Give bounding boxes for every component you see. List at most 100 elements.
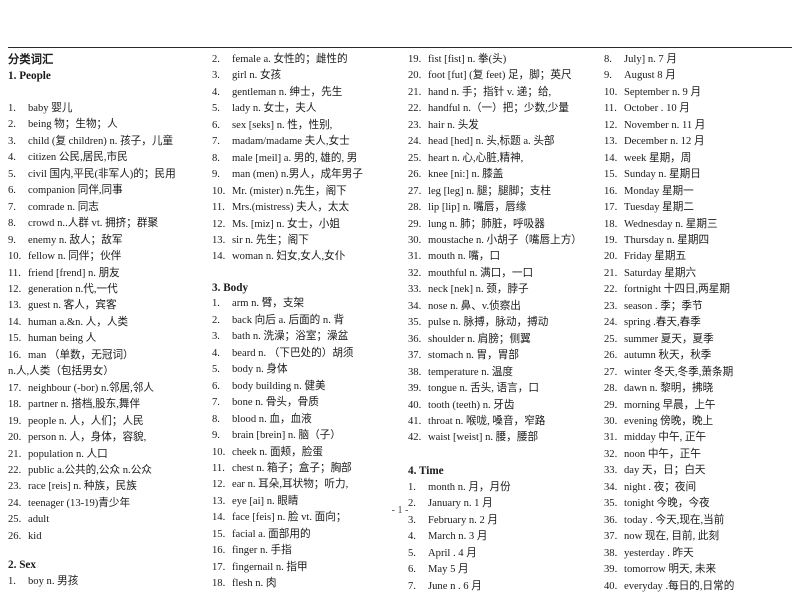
item-number: 34. <box>408 300 422 312</box>
list-item: 35. pulse n. 脉搏，脉动，搏动 <box>408 315 600 331</box>
item-text: Ms. [miz] n. 女士，小姐 <box>232 218 340 230</box>
list-item: 17. fingernail n. 指甲 <box>212 560 404 576</box>
item-text: leg [leg] n. 腿；腿脚；支柱 <box>428 185 551 197</box>
item-number: 38. <box>604 547 618 559</box>
list-item: 40. tooth (teeth) n. 牙齿 <box>408 398 600 414</box>
list-item: 21. hand n. 手；指针 v. 递；给, <box>408 85 600 101</box>
list-item: 5. lady n. 女士，夫人 <box>212 101 404 117</box>
item-text: cheek n. 面颊，脸蛋 <box>232 446 323 458</box>
list-item: 8. male [meil] a. 男的, 雄的, 男 <box>212 151 404 167</box>
item-number: 10. <box>604 86 618 98</box>
list-item: 17. neighbour (-bor) n.邻居,邻人 <box>8 381 208 397</box>
item-number: 23. <box>408 119 422 131</box>
list-item: 11. October . 10 月 <box>604 101 794 117</box>
list-item: 10. fellow n. 同伴；伙伴 <box>8 249 208 265</box>
list-item: 8. blood n. 血，血液 <box>212 412 404 428</box>
item-number: 23. <box>8 481 22 493</box>
list-item: 27. winter 冬天,冬季,萧条期 <box>604 365 794 381</box>
item-text: baby 婴儿 <box>28 103 73 115</box>
item-text: Thursday n. 星期四 <box>624 234 710 246</box>
list-item: 42. waist [weist] n. 腰，腰部 <box>408 430 600 446</box>
item-text: gentleman n. 绅士，先生 <box>232 86 343 98</box>
item-number: 12. <box>604 119 618 131</box>
list-item: 7. bone n. 骨头，骨质 <box>212 395 404 411</box>
item-number: 15. <box>212 528 226 540</box>
item-number: 12. <box>212 479 226 491</box>
item-text: crowd n..人群 vt. 拥挤；群聚 <box>28 218 159 230</box>
list-item: 34. nose n. 鼻、v.侦察出 <box>408 299 600 315</box>
item-number: 31. <box>604 432 618 444</box>
item-text: brain [brein] n. 脑（子） <box>232 430 341 442</box>
list-item: 13. December n. 12 月 <box>604 134 794 150</box>
item-text: flesh n. 肉 <box>232 578 277 590</box>
item-text: body building n. 健美 <box>232 380 326 392</box>
item-number: 24. <box>408 136 422 148</box>
item-text: friend [frend] n. 朋友 <box>28 267 120 279</box>
section-heading-time: 4. Time <box>408 465 444 478</box>
item-text: season . 季；季节 <box>624 300 703 312</box>
item-number: 6. <box>8 185 16 197</box>
list-item: 39. tongue n. 舌头, 语言，口 <box>408 381 600 397</box>
item-number: 3. <box>212 331 220 343</box>
item-number: 6. <box>212 380 220 392</box>
item-text: everyday .每日的,日常的 <box>624 580 735 592</box>
list-item: 6. companion 同伴,同事 <box>8 183 208 199</box>
list-item: 1. baby 婴儿 <box>8 101 208 117</box>
item-number: 40. <box>604 580 618 592</box>
item-text: female a. 女性的；雌性的 <box>232 54 348 65</box>
list-item: 26. autumn 秋天，秋季 <box>604 348 794 364</box>
item-number: 5. <box>212 103 220 115</box>
list-item: 32. noon 中午，正午 <box>604 447 794 463</box>
list-item: 18. flesh n. 肉 <box>212 576 404 592</box>
list-item: 7. comrade n. 同志 <box>8 200 208 216</box>
item-number: 39. <box>408 383 422 395</box>
list-item: 17. Tuesday 星期二 <box>604 200 794 216</box>
item-text: person n. 人，身体，容貌, <box>28 432 147 444</box>
item-number: 40. <box>408 399 422 411</box>
list-item: 36. shoulder n. 肩膀；侧翼 <box>408 332 600 348</box>
list-item: 23. season . 季；季节 <box>604 299 794 315</box>
item-number: 17. <box>604 202 618 214</box>
item-text: autumn 秋天，秋季 <box>624 350 712 362</box>
item-number: 30. <box>604 415 618 427</box>
item-text: lung n. 肺；肺脏，呼吸器 <box>428 218 545 230</box>
list-item: 5. body n. 身体 <box>212 362 404 378</box>
item-number: 2. <box>212 54 220 65</box>
list-item: 40. everyday .每日的,日常的 <box>604 579 794 595</box>
item-number: 3. <box>8 135 16 147</box>
item-text: foot [fut] (复 feet) 足，脚；英尺 <box>428 70 572 82</box>
list-item: 11. Mrs.(mistress) 夫人，太太 <box>212 200 404 216</box>
item-text: mouth n. 嘴，口 <box>428 251 501 263</box>
item-number: 9. <box>8 234 16 246</box>
item-number: 26. <box>408 169 422 181</box>
list-item: 38. temperature n. 温度 <box>408 365 600 381</box>
item-number: 20. <box>408 70 422 82</box>
list-item: 37. now 现在, 目前, 此刻 <box>604 529 794 545</box>
list-item: 26. kid <box>8 529 208 545</box>
item-number: 8. <box>604 54 612 65</box>
item-text: body n. 身体 <box>232 364 288 376</box>
item-number: 26. <box>8 530 22 542</box>
item-number: 33. <box>408 284 422 296</box>
item-number: 27. <box>408 185 422 197</box>
item-text: arm n. 臂，支架 <box>232 298 305 310</box>
list-item: 30. moustache n. 小胡子（嘴唇上方） <box>408 233 600 249</box>
item-number: 7. <box>408 580 416 592</box>
item-text: fist [fist] n. 拳(头) <box>428 54 507 65</box>
item-number: 23. <box>604 300 618 312</box>
list-item: 33. day 天，日；白天 <box>604 463 794 479</box>
item-number: 11. <box>212 463 225 475</box>
list-item: 2. being 物；生物；人 <box>8 117 208 133</box>
item-number: 22. <box>408 103 422 115</box>
item-number: 21. <box>8 448 22 460</box>
item-text: girl n. 女孩 <box>232 70 282 82</box>
list-item: 15. human being 人 <box>8 331 208 347</box>
item-number: 4. <box>8 152 16 164</box>
item-text: waist [weist] n. 腰，腰部 <box>428 432 539 444</box>
item-number: 1. <box>8 103 16 115</box>
item-text: Tuesday 星期二 <box>624 202 694 214</box>
item-number: 8. <box>212 413 220 425</box>
list-item: 23. hair n. 头发 <box>408 118 600 134</box>
item-text: pulse n. 脉搏，脉动，搏动 <box>428 317 549 329</box>
